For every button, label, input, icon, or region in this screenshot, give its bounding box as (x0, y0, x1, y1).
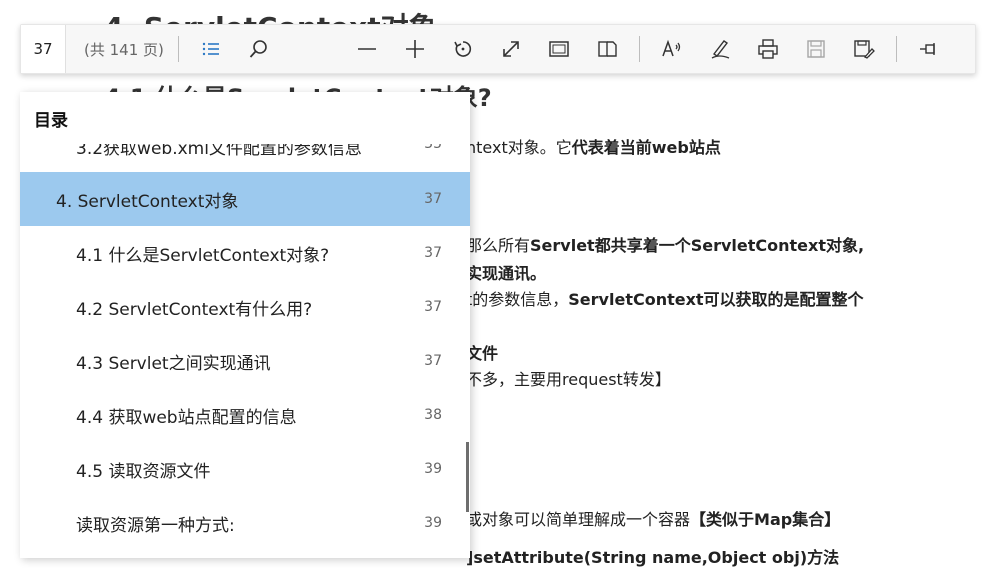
rotate-button[interactable] (444, 29, 482, 69)
toc-item-page: 39 (424, 515, 442, 531)
toc-item-label: 4.4 获取web站点配置的信息 (76, 407, 297, 428)
two-page-icon (598, 41, 617, 57)
doc-paragraph-1: ntext对象。它代表着当前web站点 (466, 134, 721, 158)
toc-item-page: 37 (424, 191, 442, 207)
toc-item-label: 4.5 读取资源文件 (76, 461, 211, 482)
toc-item-read-resource-1[interactable]: 读取资源第一种方式: 39 (20, 496, 470, 550)
toc-item-4[interactable]: 4. ServletContext对象 37 (20, 172, 470, 226)
toc-title: 目录 (34, 111, 68, 131)
search-icon (249, 40, 267, 58)
print-button[interactable] (749, 29, 787, 69)
save-as-button[interactable] (845, 29, 883, 69)
toolbar-divider (896, 36, 897, 62)
page-number-input[interactable]: 37 (21, 25, 66, 73)
doc-paragraph-7: 或对象可以简单理解成一个容器【类似于Map集合】 (466, 506, 840, 530)
fit-page-icon (549, 41, 569, 57)
toc-item-page: 37 (424, 353, 442, 369)
doc-text-bold: 【类似于Map集合】 (690, 510, 841, 529)
fit-page-button[interactable] (540, 29, 578, 69)
toc-item-label: 4.2 ServletContext有什么用? (76, 299, 313, 320)
doc-text: ntext对象。它 (466, 138, 572, 157)
two-page-button[interactable] (588, 29, 626, 69)
toc-list: 3.2获取web.xml文件配置的参数信息 35 4. ServletConte… (20, 116, 470, 550)
toc-header (20, 92, 470, 144)
list-icon (202, 42, 219, 56)
table-of-contents-button[interactable] (192, 29, 230, 69)
pdf-toolbar: 37 (共 141 页) (20, 24, 976, 74)
doc-text-bold: Servlet都共享着一个ServletContext对象, (530, 236, 865, 255)
doc-text-bold: ServletContext可以获取的是配置整个 (568, 290, 864, 309)
doc-text: t的参数信息， (466, 290, 569, 309)
read-aloud-button[interactable] (653, 29, 691, 69)
toc-item-label: 4.3 Servlet之间实现通讯 (76, 353, 271, 374)
toc-item-label: 4.1 什么是ServletContext对象? (76, 245, 330, 266)
doc-text: 那么所有 (466, 236, 531, 255)
table-of-contents-panel: 3.2获取web.xml文件配置的参数信息 35 4. ServletConte… (20, 92, 470, 558)
search-button[interactable] (240, 29, 278, 69)
zoom-out-icon (358, 48, 376, 50)
toc-item-label: 读取资源第一种方式: (76, 515, 235, 536)
zoom-in-icon (406, 40, 424, 58)
save-as-icon (854, 40, 875, 59)
read-aloud-icon (662, 39, 681, 57)
doc-paragraph-3: 实现通讯。 (466, 264, 547, 283)
zoom-in-button[interactable] (396, 29, 434, 69)
fit-width-icon (503, 41, 519, 57)
toc-item-4-1[interactable]: 4.1 什么是ServletContext对象? 37 (20, 226, 470, 280)
print-icon (758, 39, 778, 59)
save-icon (807, 40, 825, 58)
doc-text-bold: 代表着当前web站点 (571, 138, 721, 157)
toc-item-4-4[interactable]: 4.4 获取web站点配置的信息 38 (20, 388, 470, 442)
doc-paragraph-6: 不多，主要用request转发】 (466, 370, 671, 389)
toc-item-4-3[interactable]: 4.3 Servlet之间实现通讯 37 (20, 334, 470, 388)
toc-scrollbar[interactable] (466, 442, 469, 512)
toolbar-divider (639, 36, 640, 62)
toc-item-4-5[interactable]: 4.5 读取资源文件 39 (20, 442, 470, 496)
toc-item-label: 4. ServletContext对象 (56, 191, 239, 212)
fit-width-button[interactable] (492, 29, 530, 69)
doc-text: 或对象可以简单理解成一个容器 (466, 510, 691, 529)
draw-icon (711, 40, 730, 59)
doc-paragraph-5: 文件 (466, 344, 499, 363)
pin-icon (920, 43, 935, 55)
toc-item-4-2[interactable]: 4.2 ServletContext有什么用? 37 (20, 280, 470, 334)
doc-paragraph-4: t的参数信息，ServletContext可以获取的是配置整个 (466, 286, 864, 310)
zoom-out-button[interactable] (348, 29, 386, 69)
doc-paragraph-2: 那么所有Servlet都共享着一个ServletContext对象, (466, 232, 864, 256)
doc-paragraph-8: ]setAttribute(String name,Object obj)方法 (466, 548, 840, 567)
pin-toolbar-button[interactable] (910, 29, 948, 69)
save-button[interactable] (797, 29, 835, 69)
toc-item-page: 37 (424, 245, 442, 261)
toc-item-page: 38 (424, 407, 442, 423)
total-pages-label: (共 141 页) (84, 40, 164, 59)
toc-item-page: 39 (424, 461, 442, 477)
draw-button[interactable] (701, 29, 739, 69)
rotate-icon (454, 41, 472, 57)
toc-item-page: 37 (424, 299, 442, 315)
toolbar-divider (178, 36, 179, 62)
